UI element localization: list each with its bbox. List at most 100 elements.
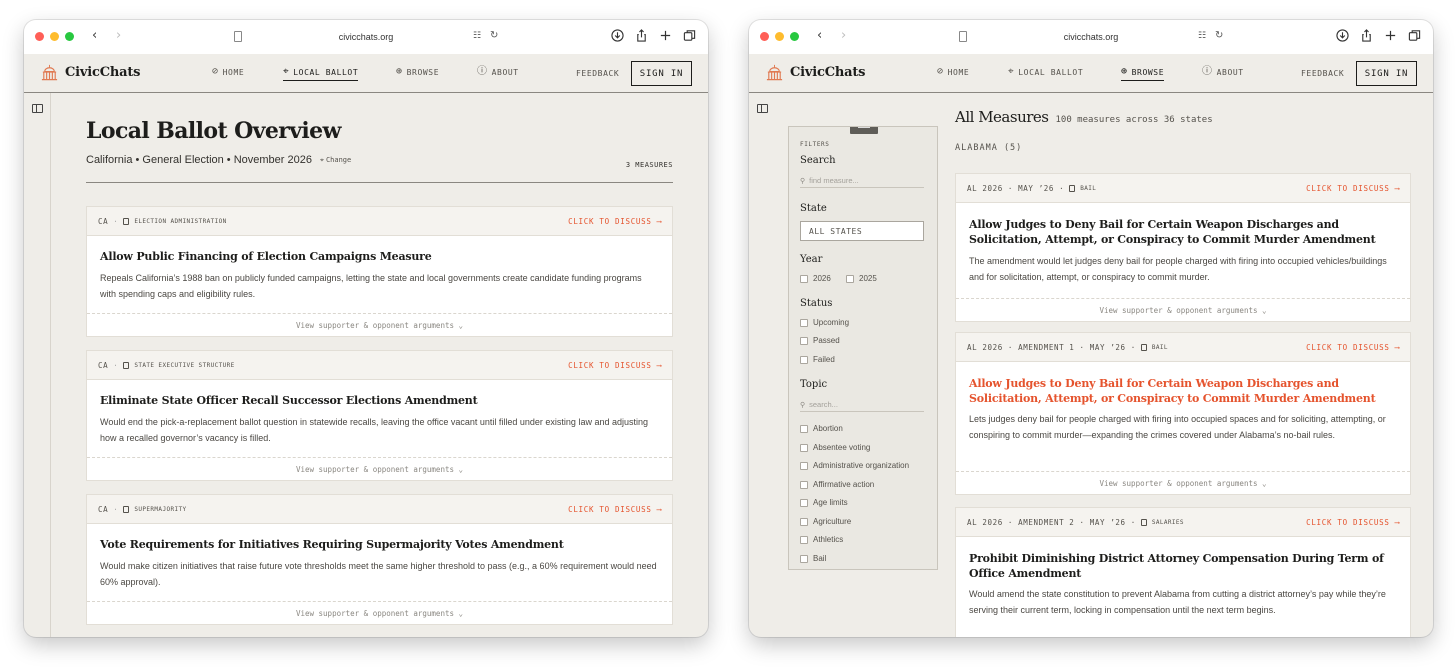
topic-checkbox-athletics[interactable]: Athletics	[800, 535, 843, 544]
measure-meta: AL 2026 · AMENDMENT 1 · MAY ’26 ·	[967, 343, 1136, 352]
back-arrow-icon[interactable]: ‹	[92, 28, 97, 44]
measure-title[interactable]: Prohibit Diminishing District Attorney C…	[969, 551, 1397, 581]
site-logo[interactable]: CivicChats	[765, 63, 865, 82]
checkbox[interactable]	[800, 355, 808, 364]
change-location-button[interactable]: ⌖ Change	[320, 156, 351, 165]
status-heading: Status	[800, 298, 833, 309]
nav-about[interactable]: ⓘ ABOUT	[1202, 67, 1244, 80]
nav-local-ballot[interactable]: ⌖ LOCAL BALLOT	[283, 67, 359, 81]
reload-icon[interactable]: ↻	[1215, 30, 1223, 42]
feedback-link[interactable]: FEEDBACK	[576, 69, 619, 78]
measure-title[interactable]: Allow Judges to Deny Bail for Certain We…	[969, 217, 1397, 247]
download-icon[interactable]	[1335, 28, 1349, 42]
minimize-window-button[interactable]	[775, 32, 784, 41]
nav-about[interactable]: ⓘ ABOUT	[477, 67, 519, 80]
click-to-discuss-link[interactable]: CLICK TO DISCUSS ⟶	[1306, 518, 1400, 527]
state-select[interactable]: ALL STATES	[800, 221, 924, 241]
checkbox[interactable]	[800, 336, 808, 345]
measure-card[interactable]: AL 2026 · MAY ’26 · BAIL CLICK TO DISCUS…	[955, 173, 1411, 322]
topic-checkbox-agriculture[interactable]: Agriculture	[800, 517, 851, 526]
back-arrow-icon[interactable]: ‹	[817, 28, 822, 44]
click-to-discuss-link[interactable]: CLICK TO DISCUSS ⟶	[568, 217, 662, 226]
status-checkbox-failed[interactable]: Failed	[800, 355, 835, 364]
topic-search-input[interactable]: ⚲ search...	[800, 398, 924, 412]
topic-checkbox-age-limits[interactable]: Age limits	[800, 498, 848, 507]
tab-overview-icon[interactable]	[1407, 28, 1421, 42]
measure-card[interactable]: CA · SUPERMAJORITY CLICK TO DISCUSS ⟶ Vo…	[86, 494, 673, 625]
year-checkbox-2025[interactable]: 2025	[846, 274, 877, 283]
status-checkbox-passed[interactable]: Passed	[800, 336, 840, 345]
measure-title-hovered[interactable]: Allow Judges to Deny Bail for Certain We…	[969, 376, 1397, 406]
drag-handle[interactable]	[850, 127, 878, 134]
measure-search-input[interactable]: ⚲ find measure...	[800, 174, 924, 188]
address-bar[interactable]: civicchats.org ☷ ↻	[953, 27, 1229, 47]
zoom-window-button[interactable]	[65, 32, 74, 41]
checkbox[interactable]	[800, 443, 808, 452]
site-logo[interactable]: CivicChats	[40, 63, 140, 82]
topic-checkbox-absentee-voting[interactable]: Absentee voting	[800, 443, 870, 452]
reload-icon[interactable]: ↻	[490, 30, 498, 42]
view-arguments-toggle[interactable]: View supporter & opponent arguments ⌄	[87, 457, 672, 480]
checkbox[interactable]	[800, 424, 808, 433]
sign-in-button[interactable]: SIGN IN	[631, 61, 692, 86]
forward-arrow-icon[interactable]: ›	[841, 28, 846, 44]
sidebar-toggle-icon[interactable]	[757, 104, 768, 113]
share-icon[interactable]	[634, 28, 648, 42]
new-tab-icon[interactable]	[658, 28, 672, 42]
checkbox[interactable]	[800, 498, 808, 507]
measure-card[interactable]: CA · STATE EXECUTIVE STRUCTURE CLICK TO …	[86, 350, 673, 481]
translate-icon[interactable]: ☷	[473, 31, 481, 42]
download-icon[interactable]	[610, 28, 624, 42]
topic-tag: ELECTION ADMINISTRATION	[134, 218, 227, 225]
new-tab-icon[interactable]	[1383, 28, 1397, 42]
measure-card[interactable]: AL 2026 · AMENDMENT 2 · MAY ’26 · SALARI…	[955, 507, 1411, 637]
forward-arrow-icon[interactable]: ›	[116, 28, 121, 44]
status-checkbox-upcoming[interactable]: Upcoming	[800, 318, 849, 327]
translate-icon[interactable]: ☷	[1198, 31, 1206, 42]
measure-card[interactable]: AL 2026 · AMENDMENT 1 · MAY ’26 · BAIL C…	[955, 332, 1411, 495]
view-arguments-toggle[interactable]: View supporter & opponent arguments ⌄	[956, 471, 1410, 494]
click-to-discuss-link[interactable]: CLICK TO DISCUSS ⟶	[1306, 184, 1400, 193]
share-icon[interactable]	[1359, 28, 1373, 42]
checkbox[interactable]	[800, 535, 808, 544]
view-arguments-toggle[interactable]: View supporter & opponent arguments ⌄	[87, 313, 672, 336]
checkbox[interactable]	[800, 274, 808, 283]
checkbox[interactable]	[800, 480, 808, 489]
state-group-heading: ALABAMA (5)	[955, 143, 1023, 153]
address-bar[interactable]: civicchats.org ☷ ↻	[228, 27, 504, 47]
nav-home[interactable]: ⊘ HOME	[212, 67, 244, 80]
topic-checkbox-affirmative-action[interactable]: Affirmative action	[800, 480, 874, 489]
minimize-window-button[interactable]	[50, 32, 59, 41]
view-arguments-toggle[interactable]: View supporter & opponent arguments ⌄	[87, 601, 672, 624]
measure-title[interactable]: Allow Public Financing of Election Campa…	[100, 249, 659, 264]
year-checkbox-2026[interactable]: 2026	[800, 274, 831, 283]
click-to-discuss-link[interactable]: CLICK TO DISCUSS ⟶	[1306, 343, 1400, 352]
checkbox[interactable]	[800, 517, 808, 526]
topic-checkbox-bail[interactable]: Bail	[800, 554, 826, 563]
tab-overview-icon[interactable]	[682, 28, 696, 42]
nav-browse[interactable]: ⊕ BROWSE	[1121, 67, 1165, 81]
checkbox[interactable]	[800, 318, 808, 327]
nav-local-ballot[interactable]: ⌖ LOCAL BALLOT	[1008, 67, 1083, 80]
close-window-button[interactable]	[35, 32, 44, 41]
topic-checkbox-abortion[interactable]: Abortion	[800, 424, 843, 433]
card-header: AL 2026 · AMENDMENT 1 · MAY ’26 · BAIL C…	[956, 333, 1410, 362]
measure-card[interactable]: CA · ELECTION ADMINISTRATION CLICK TO DI…	[86, 206, 673, 337]
checkbox[interactable]	[800, 554, 808, 563]
nav-home[interactable]: ⊘ HOME	[937, 67, 969, 80]
nav-browse[interactable]: ⊕ BROWSE	[396, 67, 439, 80]
checkbox[interactable]	[800, 461, 808, 470]
measure-title[interactable]: Vote Requirements for Initiatives Requir…	[100, 537, 659, 552]
sign-in-button[interactable]: SIGN IN	[1356, 61, 1417, 86]
click-to-discuss-link[interactable]: CLICK TO DISCUSS ⟶	[568, 505, 662, 514]
topic-checkbox-administrative-organization[interactable]: Administrative organization	[800, 461, 909, 470]
measure-description: Lets judges deny bail for people charged…	[969, 414, 1386, 440]
measure-title[interactable]: Eliminate State Officer Recall Successor…	[100, 393, 659, 408]
close-window-button[interactable]	[760, 32, 769, 41]
click-to-discuss-link[interactable]: CLICK TO DISCUSS ⟶	[568, 361, 662, 370]
feedback-link[interactable]: FEEDBACK	[1301, 69, 1344, 78]
checkbox[interactable]	[846, 274, 854, 283]
sidebar-toggle-icon[interactable]	[32, 104, 43, 113]
view-arguments-toggle[interactable]: View supporter & opponent arguments ⌄	[956, 298, 1410, 321]
zoom-window-button[interactable]	[790, 32, 799, 41]
